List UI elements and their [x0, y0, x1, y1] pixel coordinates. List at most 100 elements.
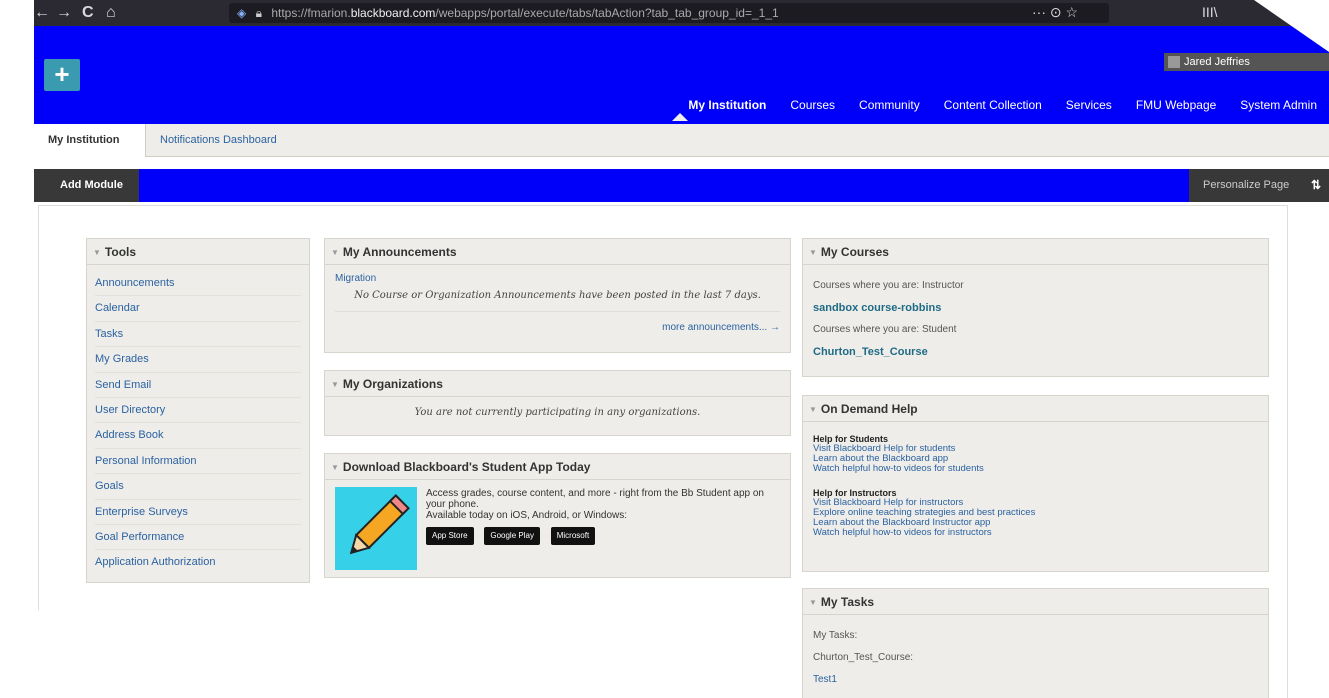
tool-my-grades[interactable]: My Grades: [95, 347, 301, 373]
tool-announcements[interactable]: Announcements: [95, 271, 301, 297]
reorder-icon[interactable]: ⇅: [1311, 169, 1321, 202]
screenshot-stage: ← → C ⌂ ◈ 🔒︎ https://fmarion.blackboard.…: [0, 0, 1329, 698]
google-play-badge[interactable]: Google Play: [484, 527, 540, 545]
active-tab-caret: [672, 113, 688, 121]
tool-goal-performance[interactable]: Goal Performance: [95, 525, 301, 551]
tool-send-email[interactable]: Send Email: [95, 373, 301, 398]
tools-header[interactable]: ▼ Tools: [87, 239, 309, 265]
tab-system-admin[interactable]: System Admin: [1240, 95, 1317, 115]
tasks-course-label: Churton_Test_Course:: [813, 652, 914, 663]
url-prefix: https://fmarion.: [271, 6, 351, 20]
course-link-churton[interactable]: Churton_Test_Course: [813, 341, 1258, 363]
help-header[interactable]: ▼ On Demand Help: [803, 396, 1268, 422]
collapse-icon[interactable]: ▼: [809, 397, 817, 423]
tasks-label: My Tasks:: [813, 630, 858, 641]
site-header: + Jared Jeffries My Institution Courses …: [34, 26, 1329, 124]
tab-courses[interactable]: Courses: [790, 95, 835, 115]
organizations-module: ▼ My Organizations You are not currently …: [324, 370, 791, 436]
module-bar: Add Module Personalize Page ⇅: [34, 169, 1329, 202]
student-app-module: ▼ Download Blackboard's Student App Today…: [324, 453, 791, 578]
student-label: Courses where you are: Student: [813, 324, 957, 335]
organizations-header[interactable]: ▼ My Organizations: [325, 371, 790, 397]
organizations-empty-message: You are not currently participating in a…: [414, 407, 701, 418]
tools-title: Tools: [104, 245, 137, 259]
more-announcements-link[interactable]: more announcements...: [662, 322, 767, 333]
home-icon[interactable]: ⌂: [106, 3, 116, 23]
announcements-title: My Announcements: [342, 245, 457, 259]
student-app-line1: Access grades, course content, and more …: [426, 488, 764, 510]
store-badges: App Store Google Play Microsoft: [426, 527, 786, 545]
collapse-icon[interactable]: ▼: [93, 240, 101, 266]
portal-content: ▼ Tools Announcements Calendar Tasks My G…: [38, 205, 1288, 698]
subtab-my-institution[interactable]: My Institution: [34, 124, 146, 157]
more-announcements-row: more announcements... →: [335, 311, 780, 333]
tool-tasks[interactable]: Tasks: [95, 322, 301, 348]
courses-body: Courses where you are: Instructor sandbo…: [803, 265, 1268, 363]
forward-icon[interactable]: →: [56, 3, 72, 23]
tool-application-authorization[interactable]: Application Authorization: [95, 550, 301, 575]
top-navigation: My Institution Courses Community Content…: [676, 95, 1329, 115]
courses-module: ▼ My Courses Courses where you are: Instr…: [802, 238, 1269, 377]
announcements-module: ▼ My Announcements Migration No Course or…: [324, 238, 791, 353]
courses-header[interactable]: ▼ My Courses: [803, 239, 1268, 265]
add-module-button[interactable]: Add Module: [34, 169, 139, 202]
courses-title: My Courses: [820, 245, 889, 259]
collapse-icon[interactable]: ▼: [809, 240, 817, 266]
student-app-text: Access grades, course content, and more …: [426, 488, 786, 545]
personalize-page-button[interactable]: Personalize Page ⇅: [1189, 169, 1329, 202]
sub-tabs: My Institution Notifications Dashboard: [34, 124, 1329, 157]
tool-calendar[interactable]: Calendar: [95, 296, 301, 322]
help-instructor-videos-link[interactable]: Watch helpful how-to videos for instruct…: [813, 528, 1258, 538]
tab-my-institution[interactable]: My Institution: [688, 95, 766, 115]
collapse-icon[interactable]: ▼: [331, 372, 339, 398]
help-body: Help for Students Visit Blackboard Help …: [803, 422, 1268, 538]
library-icon[interactable]: III\: [1202, 4, 1218, 20]
reload-icon[interactable]: C: [82, 3, 94, 23]
tool-enterprise-surveys[interactable]: Enterprise Surveys: [95, 500, 301, 525]
tool-address-book[interactable]: Address Book: [95, 423, 301, 449]
tab-community[interactable]: Community: [859, 95, 920, 115]
app-store-badge[interactable]: App Store: [426, 527, 474, 545]
collapse-icon[interactable]: ▼: [331, 455, 339, 481]
instructor-label: Courses where you are: Instructor: [813, 280, 964, 291]
tasks-body: My Tasks: Churton_Test_Course: Test1: [803, 615, 1268, 691]
tasks-title: My Tasks: [820, 595, 875, 609]
collapse-icon[interactable]: ▼: [331, 240, 339, 266]
subtab-notifications-dashboard[interactable]: Notifications Dashboard: [146, 124, 291, 157]
url-bar[interactable]: ◈ 🔒︎ https://fmarion.blackboard.com/weba…: [229, 3, 1109, 23]
pencil-icon: [335, 487, 417, 570]
arrow-right-icon: →: [767, 322, 780, 333]
task-item-link[interactable]: Test1: [813, 669, 1258, 691]
announcements-header[interactable]: ▼ My Announcements: [325, 239, 790, 265]
tab-services[interactable]: Services: [1066, 95, 1112, 115]
personalize-label: Personalize Page: [1203, 179, 1290, 191]
announcement-migration-link[interactable]: Migration: [335, 273, 780, 284]
announcements-body: Migration No Course or Organization Anno…: [325, 265, 790, 333]
collapse-icon[interactable]: ▼: [809, 590, 817, 616]
help-module: ▼ On Demand Help Help for Students Visit …: [802, 395, 1269, 572]
back-icon[interactable]: ←: [34, 3, 50, 23]
user-name: Jared Jeffries: [1184, 56, 1250, 68]
help-student-videos-link[interactable]: Watch helpful how-to videos for students: [813, 464, 1258, 474]
url-domain: blackboard.com: [350, 6, 436, 20]
student-app-header[interactable]: ▼ Download Blackboard's Student App Today: [325, 454, 790, 480]
page-actions-icon[interactable]: ··· ⊙ ☆: [1032, 4, 1078, 21]
screenshot-cut-corner: [1254, 0, 1329, 52]
help-title: On Demand Help: [820, 402, 918, 416]
tool-goals[interactable]: Goals: [95, 474, 301, 500]
tool-personal-information[interactable]: Personal Information: [95, 449, 301, 475]
tool-user-directory[interactable]: User Directory: [95, 398, 301, 424]
course-link-sandbox[interactable]: sandbox course-robbins: [813, 297, 1258, 319]
tools-list: Announcements Calendar Tasks My Grades S…: [87, 265, 309, 576]
tasks-header[interactable]: ▼ My Tasks: [803, 589, 1268, 615]
lock-icon: 🔒︎: [255, 6, 262, 20]
browser-toolbar: ← → C ⌂ ◈ 🔒︎ https://fmarion.blackboard.…: [34, 0, 1329, 26]
tab-fmu-webpage[interactable]: FMU Webpage: [1136, 95, 1216, 115]
user-menu[interactable]: Jared Jeffries: [1164, 53, 1329, 71]
tab-content-collection[interactable]: Content Collection: [944, 95, 1042, 115]
avatar: [1168, 56, 1180, 68]
announcements-empty-message: No Course or Organization Announcements …: [354, 290, 761, 301]
organizations-title: My Organizations: [342, 377, 443, 391]
quick-add-button[interactable]: +: [44, 59, 80, 91]
microsoft-badge[interactable]: Microsoft: [550, 527, 596, 545]
